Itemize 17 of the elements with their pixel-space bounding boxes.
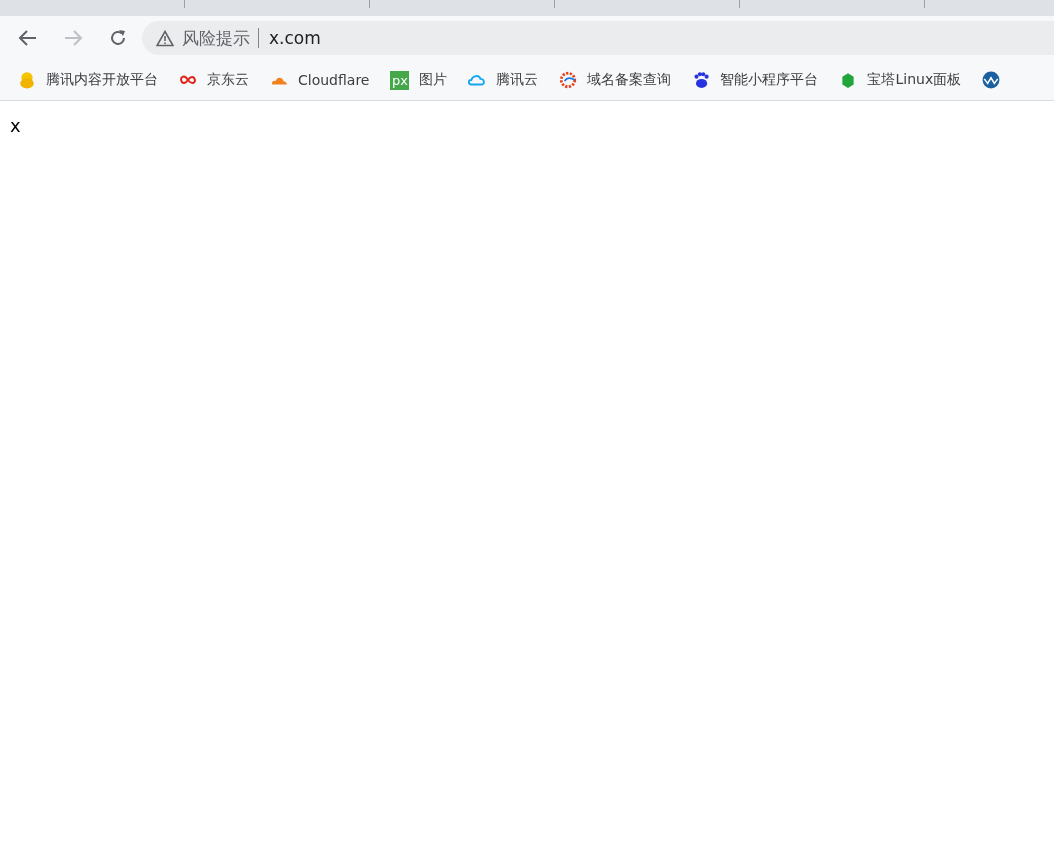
warning-icon [156,29,174,47]
url-text: x.com [269,28,321,48]
sun-icon [559,71,578,89]
security-warning: 风险提示 [182,26,250,50]
bookmark[interactable]: 宝塔Linux面板 [839,71,962,89]
bookmark[interactable]: 京东云 [179,71,249,89]
paw-icon [692,71,711,89]
bookmark[interactable]: 域名备案查询 [559,71,672,89]
bookmark[interactable]: 智能小程序平台 [692,71,819,89]
bookmark[interactable]: 腾讯内容开放平台 [18,71,158,89]
px-logo-icon: px [390,70,410,90]
address-bar[interactable]: 风险提示 x.com [142,21,1054,55]
bookmark[interactable]: 腾讯云 [468,71,539,89]
reload-icon[interactable] [108,28,128,48]
bookmark[interactable]: px 图片 [390,70,448,90]
bookmark[interactable]: Cloudflare [270,71,370,89]
page-text: x [10,115,21,136]
